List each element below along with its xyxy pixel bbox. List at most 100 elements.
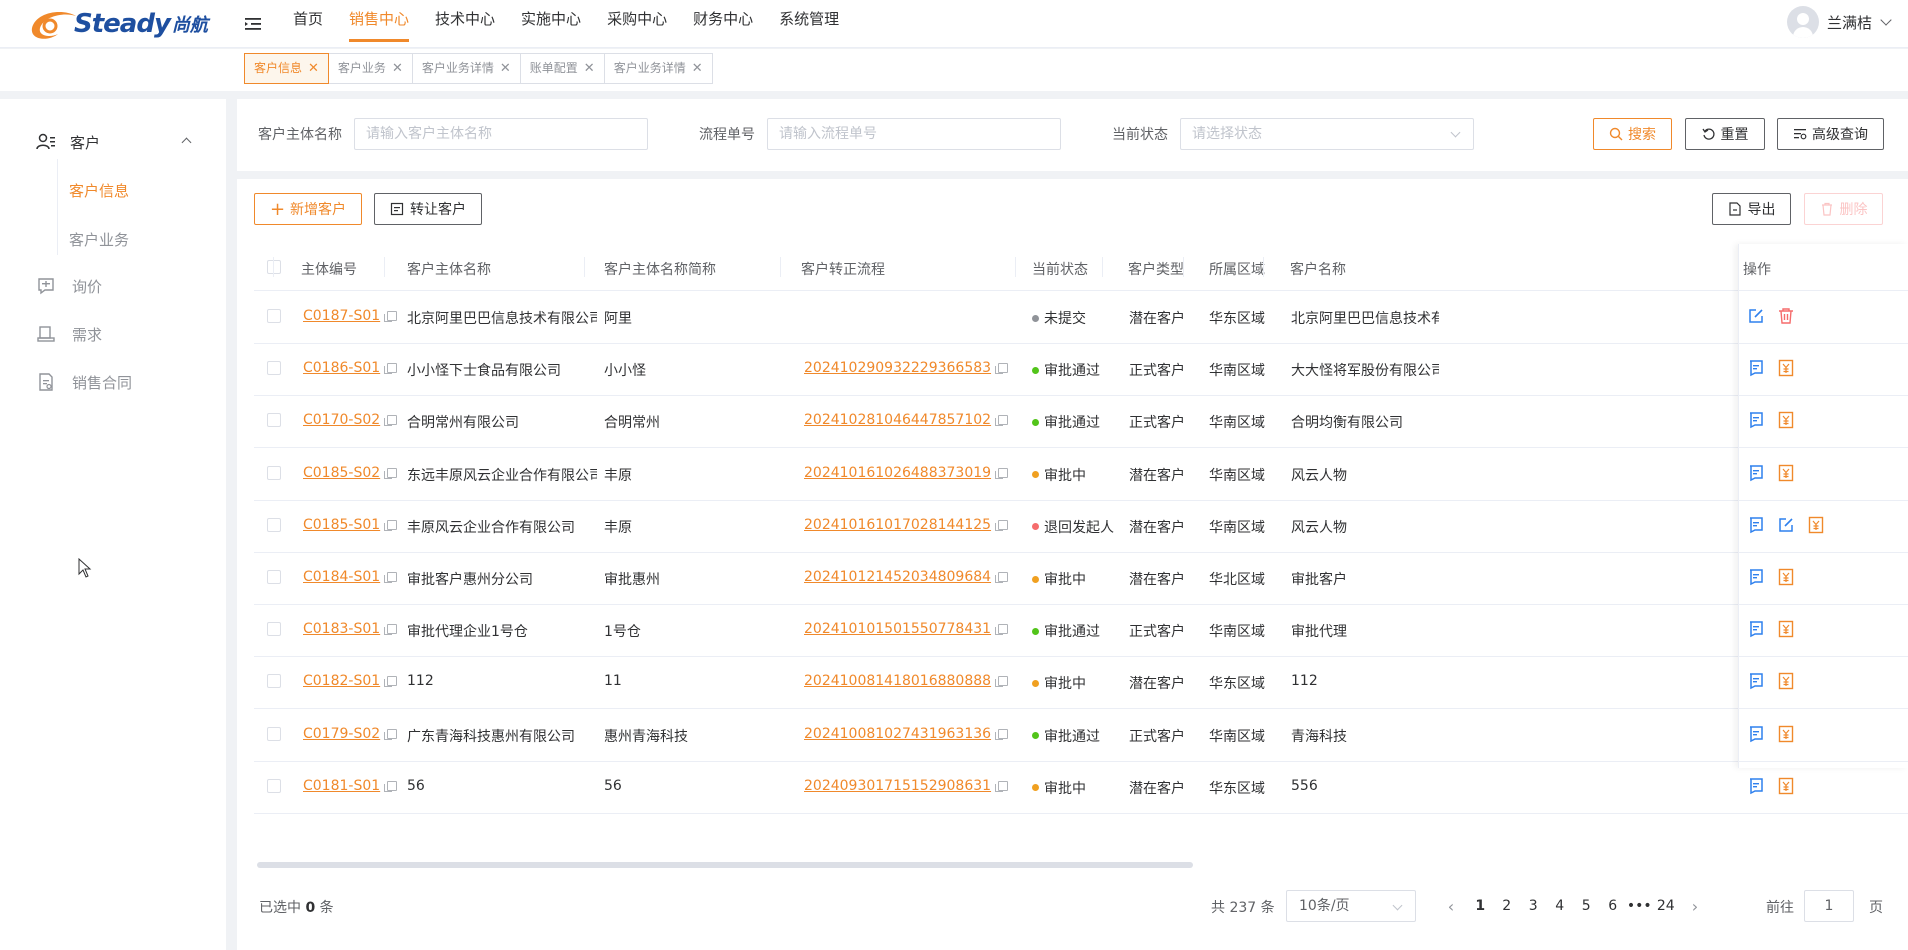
copy-icon[interactable] — [995, 624, 1009, 636]
page-number[interactable]: 24 — [1653, 898, 1680, 914]
customer-code-link[interactable]: C0187-S01 — [303, 308, 380, 324]
transfer-customer-button[interactable]: 转让客户 — [374, 193, 482, 225]
page-number[interactable]: 2 — [1494, 898, 1521, 914]
sidebar-group-customer[interactable]: 客户 — [36, 129, 196, 155]
column-header[interactable]: 客户转正流程 — [801, 259, 885, 279]
page-tab[interactable]: 客户业务详情 ✕ — [603, 53, 713, 84]
nav-item[interactable]: 系统管理 — [766, 0, 852, 48]
customer-code-link[interactable]: C0183-S01 — [303, 621, 380, 637]
table-row[interactable]: C0186-S01 小小怪下士食品有限公司 小小怪 20241029093222936… — [254, 344, 1908, 397]
flow-number-link[interactable]: 202410161017028144125 — [804, 517, 991, 533]
bill-config-icon[interactable] — [1777, 359, 1795, 377]
copy-icon[interactable] — [995, 728, 1009, 740]
view-detail-icon[interactable] — [1747, 411, 1765, 429]
table-row[interactable]: C0182-S01 112 11 202410081418016880888 审批中 潜在… — [254, 657, 1908, 710]
nav-item[interactable]: 采购中心 — [594, 0, 680, 48]
view-detail-icon[interactable] — [1747, 516, 1765, 534]
flow-number-link[interactable]: 202410081027431963136 — [804, 726, 991, 742]
copy-icon[interactable] — [384, 519, 398, 531]
nav-item[interactable]: 财务中心 — [680, 0, 766, 48]
nav-item[interactable]: 销售中心 — [336, 0, 422, 48]
status-select[interactable]: 请选择状态 — [1180, 118, 1474, 150]
copy-icon[interactable] — [384, 728, 398, 740]
nav-item[interactable]: 首页 — [280, 0, 336, 48]
export-button[interactable]: 导出 — [1712, 193, 1791, 225]
nav-item[interactable]: 实施中心 — [508, 0, 594, 48]
flow-number-input[interactable]: 请输入流程单号 — [767, 118, 1061, 150]
edit-icon[interactable] — [1747, 307, 1765, 325]
close-icon[interactable]: ✕ — [308, 54, 319, 83]
bill-config-icon[interactable] — [1777, 411, 1795, 429]
view-detail-icon[interactable] — [1747, 725, 1765, 743]
view-detail-icon[interactable] — [1747, 672, 1765, 690]
table-row[interactable]: C0185-S01 丰原风云企业合作有限公司 丰原 20241016101702814… — [254, 501, 1908, 553]
horizontal-scrollbar[interactable] — [257, 862, 1193, 868]
row-checkbox[interactable] — [267, 674, 281, 689]
table-row[interactable]: C0179-S02 广东青海科技惠州有限公司 惠州青海科技 2024100810274… — [254, 710, 1908, 762]
next-page-icon[interactable]: › — [1679, 897, 1711, 916]
view-detail-icon[interactable] — [1747, 777, 1765, 795]
copy-icon[interactable] — [384, 311, 398, 322]
row-checkbox[interactable] — [267, 778, 281, 793]
close-icon[interactable]: ✕ — [392, 54, 403, 83]
bill-config-icon[interactable] — [1777, 464, 1795, 482]
nav-item[interactable]: 技术中心 — [422, 0, 508, 48]
column-header[interactable]: 客户名称 — [1290, 259, 1346, 279]
view-detail-icon[interactable] — [1747, 464, 1765, 482]
column-header[interactable]: 客户类型 — [1128, 259, 1184, 279]
row-checkbox[interactable] — [267, 309, 281, 323]
table-row[interactable]: C0183-S01 审批代理企业1号仓 1号仓 2024101015015507784… — [254, 605, 1908, 658]
row-checkbox[interactable] — [267, 726, 281, 741]
edit-icon[interactable] — [1777, 516, 1795, 534]
table-row[interactable]: C0184-S01 审批客户惠州分公司 审批惠州 202410121452034809… — [254, 553, 1908, 605]
flow-number-link[interactable]: 202410101501550778431 — [804, 621, 991, 637]
page-number[interactable]: 1 — [1467, 898, 1494, 914]
goto-page-input[interactable]: 1 — [1804, 890, 1854, 922]
row-checkbox[interactable] — [267, 361, 281, 376]
reset-button[interactable]: 重置 — [1685, 118, 1765, 150]
table-row[interactable]: C0185-S02 东远丰原风云企业合作有限公司 丰原 202410161026488… — [254, 449, 1908, 501]
sidebar-item-demand[interactable]: 需求 — [36, 321, 102, 347]
table-row[interactable]: C0187-S01 北京阿里巴巴信息技术有限公司 阿里 未提交 潜在客户 华东区域 北京阿里… — [254, 292, 1908, 344]
row-checkbox[interactable] — [267, 465, 281, 480]
add-customer-button[interactable]: + 新增客户 — [254, 193, 362, 225]
page-size-select[interactable]: 10条/页 — [1286, 890, 1416, 922]
bill-config-icon[interactable] — [1777, 725, 1795, 743]
search-button[interactable]: 搜索 — [1593, 118, 1672, 150]
prev-page-icon[interactable]: ‹ — [1435, 897, 1467, 916]
bill-config-icon[interactable] — [1777, 620, 1795, 638]
customer-code-link[interactable]: C0186-S01 — [303, 360, 380, 376]
menu-toggle-icon[interactable] — [243, 14, 263, 34]
sidebar-item-sales-contract[interactable]: 销售合同 — [36, 369, 132, 395]
column-header[interactable]: 所属区域 — [1209, 259, 1265, 279]
sidebar-item-inquiry[interactable]: 询价 — [36, 273, 102, 299]
column-header[interactable]: 当前状态 — [1032, 259, 1088, 279]
table-row[interactable]: C0181-S01 56 56 202409301715152908631 审批中 潜在客… — [254, 762, 1908, 814]
page-number[interactable]: 5 — [1573, 898, 1600, 914]
copy-icon[interactable] — [384, 572, 398, 583]
copy-icon[interactable] — [995, 519, 1009, 531]
copy-icon[interactable] — [995, 572, 1009, 583]
advanced-query-button[interactable]: 高级查询 — [1777, 118, 1884, 150]
page-number[interactable]: 3 — [1520, 898, 1547, 914]
copy-icon[interactable] — [995, 676, 1009, 688]
page-number[interactable]: 6 — [1600, 898, 1627, 914]
column-header[interactable]: 客户主体名称简称 — [604, 259, 716, 279]
delete-icon[interactable] — [1777, 307, 1795, 325]
flow-number-link[interactable]: 202410290932229366583 — [804, 360, 991, 376]
copy-icon[interactable] — [995, 415, 1009, 427]
customer-code-link[interactable]: C0185-S01 — [303, 517, 380, 533]
page-tab[interactable]: 客户信息 ✕ — [244, 53, 329, 84]
flow-number-link[interactable]: 202410161026488373019 — [804, 465, 991, 481]
copy-icon[interactable] — [995, 780, 1009, 792]
page-tab[interactable]: 客户业务 ✕ — [327, 53, 413, 84]
close-icon[interactable]: ✕ — [500, 54, 511, 83]
sidebar-item-customer-business[interactable]: 客户业务 — [69, 229, 129, 250]
close-icon[interactable]: ✕ — [584, 54, 595, 83]
copy-icon[interactable] — [384, 467, 398, 479]
view-detail-icon[interactable] — [1747, 620, 1765, 638]
row-checkbox[interactable] — [267, 517, 281, 532]
flow-number-link[interactable]: 202410121452034809684 — [804, 569, 991, 585]
view-detail-icon[interactable] — [1747, 359, 1765, 377]
brand-logo[interactable]: Steady 尚航 — [28, 6, 208, 42]
